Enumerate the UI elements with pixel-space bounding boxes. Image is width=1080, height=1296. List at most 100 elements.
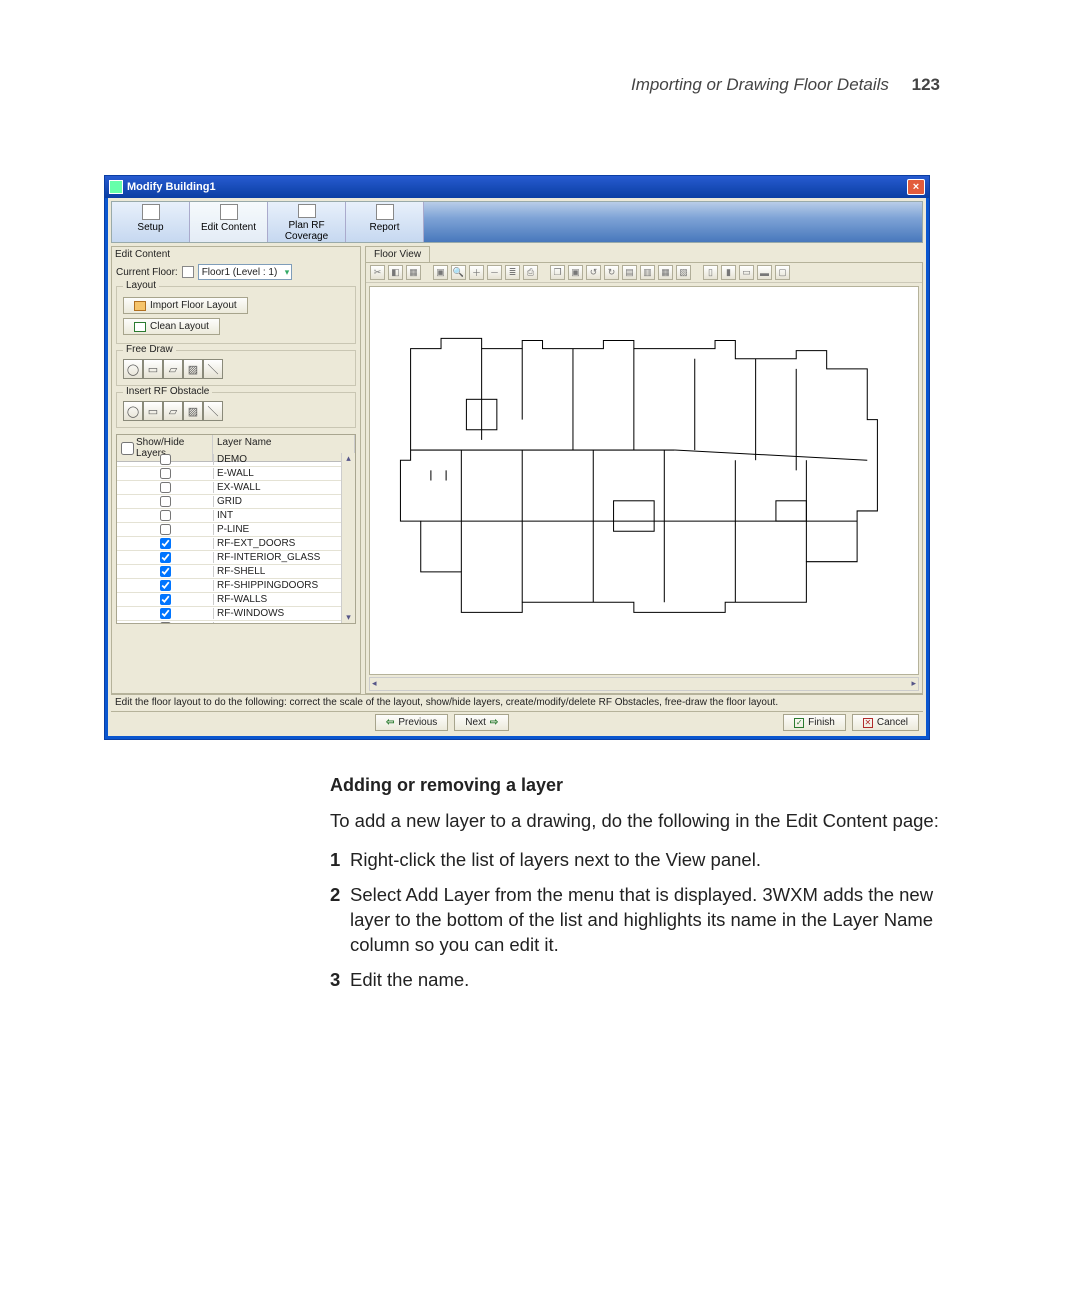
layer-checkbox[interactable] [160,454,171,465]
zoom-out-icon[interactable]: － [487,265,502,280]
tab-plan-rf[interactable]: Plan RF Coverage [268,202,346,242]
layer-name: EX-WALL [213,482,341,493]
doc-step: 3Edit the name. [330,968,940,993]
layer-row[interactable]: RF-WALLS [117,593,341,607]
layer-checkbox[interactable] [160,552,171,563]
redo-icon[interactable]: ↻ [604,265,619,280]
eraser-icon[interactable]: ◧ [388,265,403,280]
tool-e-icon[interactable]: ▢ [775,265,790,280]
step-number: 3 [330,968,340,993]
draw-poly-icon[interactable]: ▱ [163,359,183,379]
titlebar[interactable]: Modify Building1 × [105,176,929,198]
layer-row[interactable]: P-LINE [117,523,341,537]
layers-scrollbar[interactable]: ▴▾ [341,453,355,623]
layer-row[interactable]: GRID [117,495,341,509]
fit-icon[interactable]: ▣ [433,265,448,280]
layer-checkbox[interactable] [160,510,171,521]
clean-icon [134,322,146,332]
layer-row[interactable]: EX-WALL [117,481,341,495]
step-number: 2 [330,883,340,908]
layer-checkbox[interactable] [160,538,171,549]
cancel-label: Cancel [877,717,908,728]
hscroll-right-icon[interactable]: ▸ [911,678,916,690]
layer-checkbox[interactable] [160,622,171,623]
cut-icon[interactable]: ✂ [370,265,385,280]
floor-view-tab[interactable]: Floor View [365,246,430,262]
close-button[interactable]: × [907,179,925,195]
doc-step: 2Select Add Layer from the menu that is … [330,883,940,958]
draw-fill-icon[interactable]: ▨ [183,359,203,379]
layer-row[interactable]: RF-SHIPPINGDOORS [117,579,341,593]
align-l-icon[interactable]: ▤ [622,265,637,280]
layer-row[interactable]: INT [117,509,341,523]
layer-checkbox[interactable] [160,468,171,479]
zoom-icon[interactable]: 🔍 [451,265,466,280]
copy-icon[interactable]: ❐ [550,265,565,280]
obst-poly-icon[interactable]: ▱ [163,401,183,421]
scroll-down-icon[interactable]: ▾ [346,612,351,623]
x-icon: ✕ [863,718,873,728]
align-c-icon[interactable]: ▥ [640,265,655,280]
obst-fill-icon[interactable]: ▨ [183,401,203,421]
import-floor-layout-button[interactable]: Import Floor Layout [123,297,248,314]
draw-circle-icon[interactable]: ◯ [123,359,143,379]
layer-name: RF-INTERIOR_GLASS [213,552,341,563]
previous-button[interactable]: ⇦Previous [375,714,448,731]
current-floor-combo[interactable]: Floor1 (Level : 1) [198,264,293,280]
layer-row[interactable]: DEMO [117,453,341,467]
layer-checkbox[interactable] [160,566,171,577]
floor-view-body: ✂ ◧ ▦ ▣ 🔍 ＋ － ≣ ⎙ ❐ ▣ ↺ ↻ [365,262,923,694]
layer-checkbox[interactable] [160,594,171,605]
align-r-icon[interactable]: ▦ [658,265,673,280]
current-floor-label: Current Floor: [116,267,178,278]
draw-rect-icon[interactable]: ▭ [143,359,163,379]
tab-edit-content[interactable]: Edit Content [190,202,268,242]
layer-row[interactable]: RF-EXT_DOORS [117,537,341,551]
paste-icon[interactable]: ▣ [568,265,583,280]
layer-row[interactable]: RF-SHELL [117,565,341,579]
layers-body[interactable]: DEMOE-WALLEX-WALL GRIDINTP-LINE RF-EXT_DOO… [117,453,341,623]
obstacle-group: Insert RF Obstacle ◯ ▭ ▱ ▨ ＼ [116,392,356,428]
align-j-icon[interactable]: ▧ [676,265,691,280]
layer-row[interactable]: E-WALL [117,467,341,481]
layer-checkbox[interactable] [160,482,171,493]
layout-legend: Layout [123,280,159,291]
layer-row[interactable]: RF-INTERIOR_GLASS [117,551,341,565]
clean-label: Clean Layout [150,321,209,332]
layer-checkbox[interactable] [160,580,171,591]
scroll-up-icon[interactable]: ▴ [346,453,351,464]
canvas-hscrollbar[interactable]: ◂▸ [369,677,919,691]
layer-checkbox[interactable] [160,608,171,619]
obst-circle-icon[interactable]: ◯ [123,401,143,421]
draw-line-icon[interactable]: ＼ [203,359,223,379]
tab-report[interactable]: Report [346,202,424,242]
layer-checkbox[interactable] [160,524,171,535]
floor-view-tab-label: Floor View [374,249,421,260]
layers-table[interactable]: Show/Hide Layers Layer Name DEMOE-WALLEX… [116,434,356,624]
layer-checkbox[interactable] [160,496,171,507]
tool-c-icon[interactable]: ▭ [739,265,754,280]
finish-button[interactable]: ✓Finish [783,714,846,731]
cancel-button[interactable]: ✕ Cancel [852,714,919,731]
tab-setup[interactable]: Setup [112,202,190,242]
zoom-in-icon[interactable]: ＋ [469,265,484,280]
floor-view-canvas[interactable] [369,286,919,675]
next-button[interactable]: Next⇨ [454,714,509,731]
print-icon[interactable]: ⎙ [523,265,538,280]
grid-icon[interactable]: ▦ [406,265,421,280]
obst-line-icon[interactable]: ＼ [203,401,223,421]
clean-layout-button[interactable]: Clean Layout [123,318,220,335]
layer-name: P-LINE [213,524,341,535]
layer-row[interactable]: RM-NAME [117,621,341,623]
doc-heading: Adding or removing a layer [330,773,940,797]
obst-rect-icon[interactable]: ▭ [143,401,163,421]
tool-a-icon[interactable]: ▯ [703,265,718,280]
import-label: Import Floor Layout [150,300,237,311]
tool-b-icon[interactable]: ▮ [721,265,736,280]
list-icon[interactable]: ≣ [505,265,520,280]
tool-d-icon[interactable]: ▬ [757,265,772,280]
hscroll-left-icon[interactable]: ◂ [372,678,377,690]
layer-row[interactable]: RF-WINDOWS [117,607,341,621]
undo-icon[interactable]: ↺ [586,265,601,280]
doc-step: 1Right-click the list of layers next to … [330,848,940,873]
